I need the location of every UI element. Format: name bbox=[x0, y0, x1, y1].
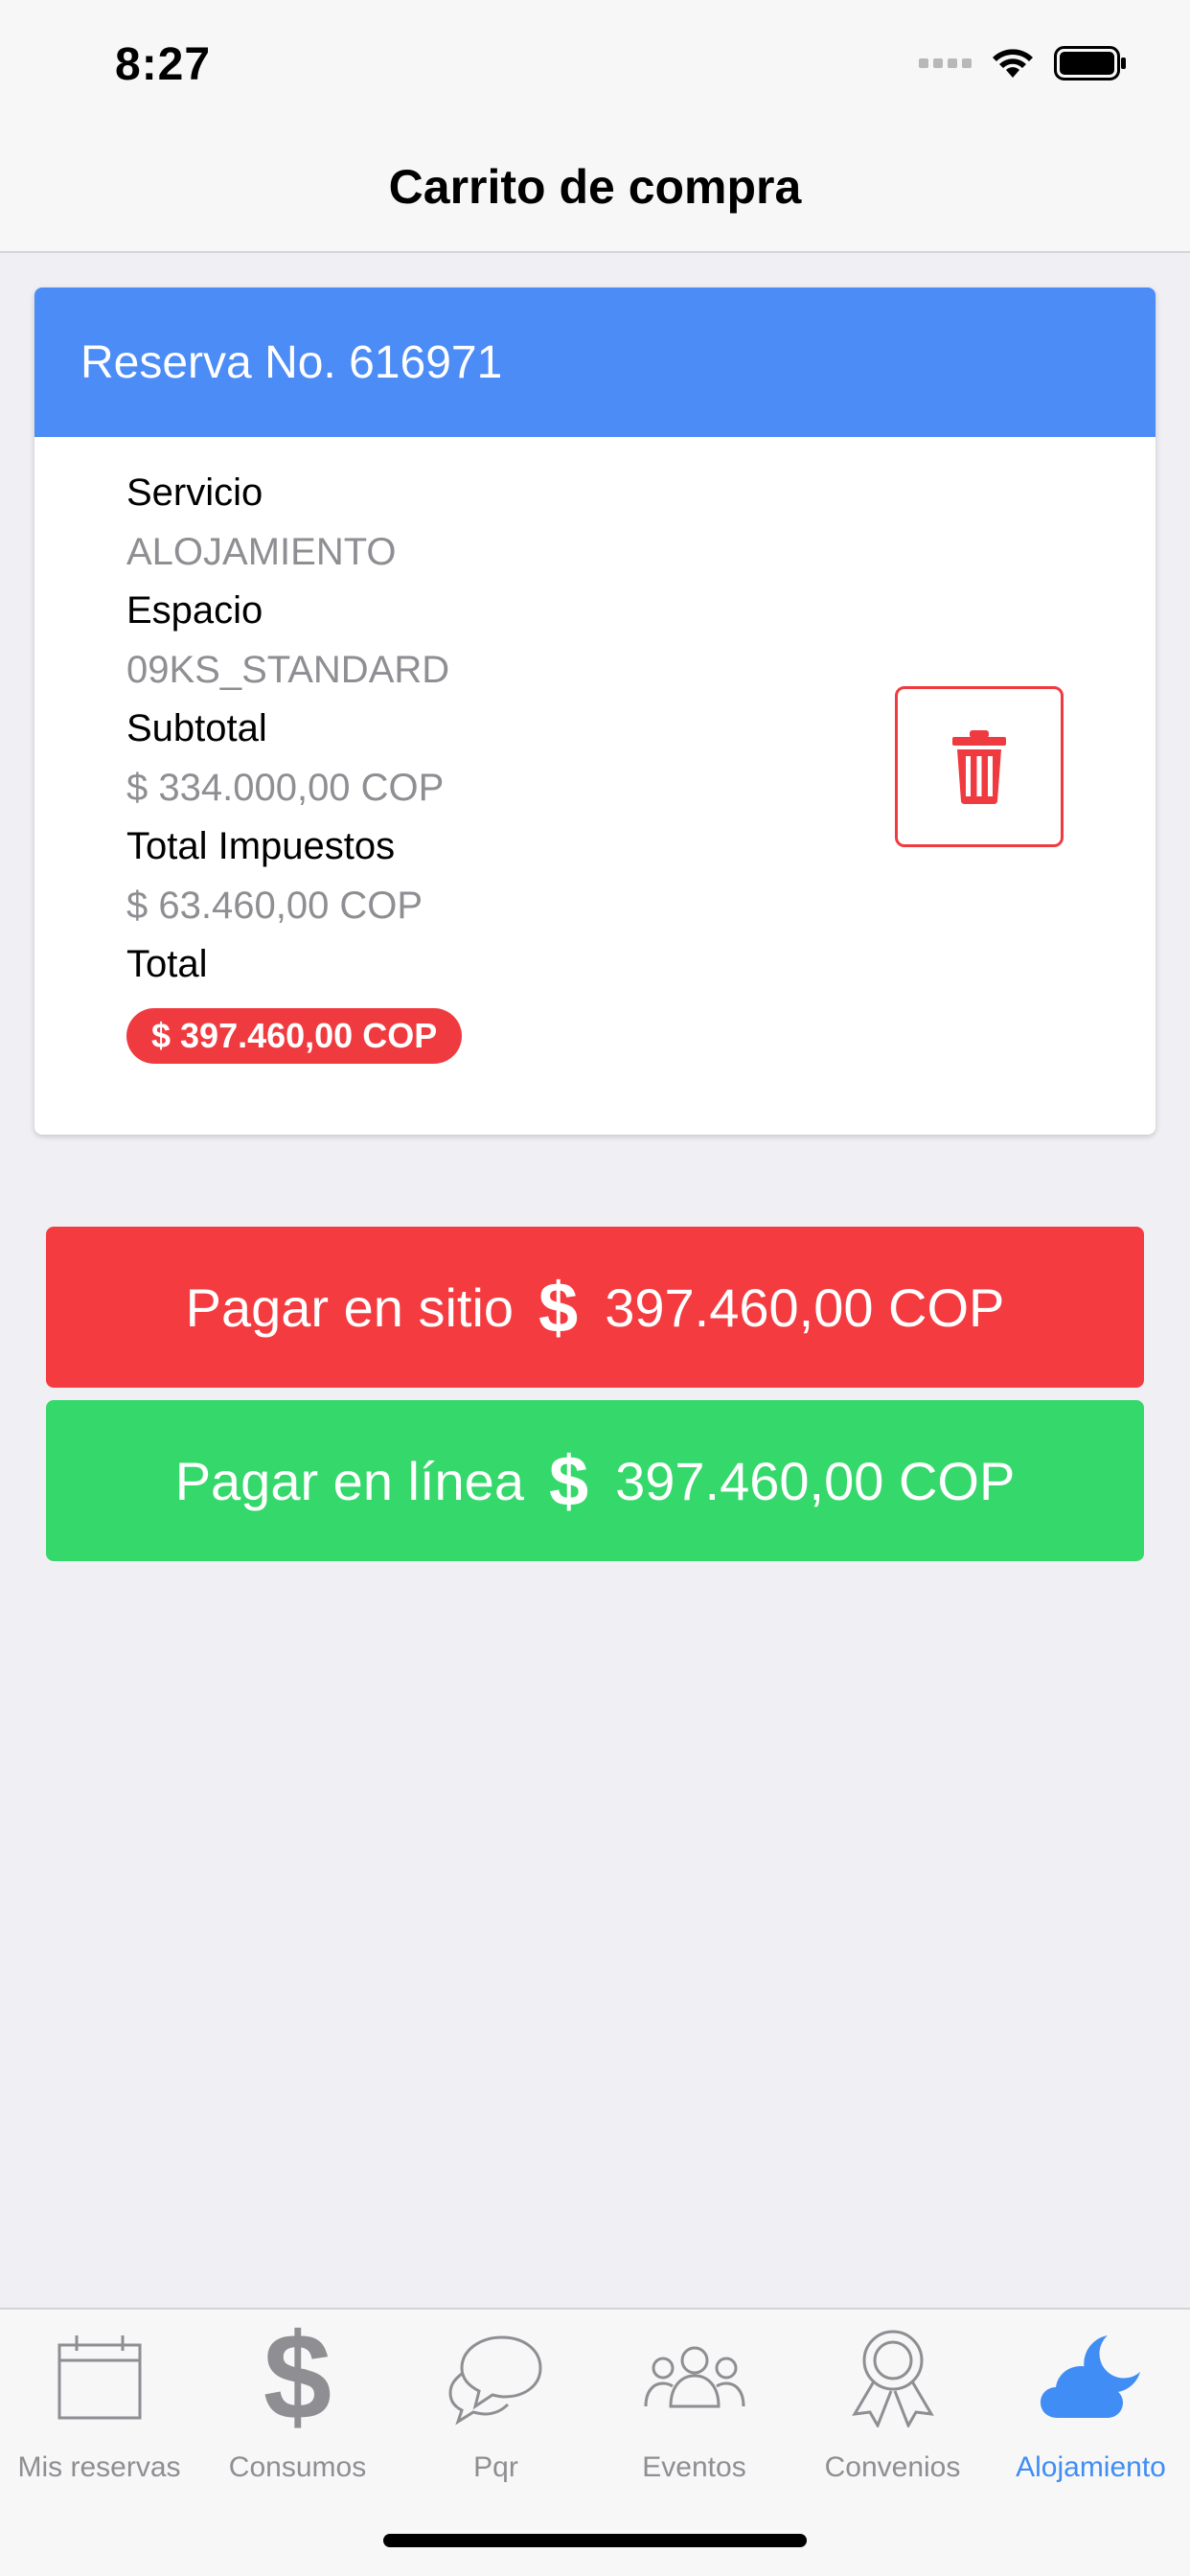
service-value: ALOJAMIENTO bbox=[126, 531, 397, 573]
tab-label: Eventos bbox=[642, 2451, 746, 2483]
service-label: Servicio bbox=[126, 472, 263, 514]
tab-pqr[interactable]: Pqr bbox=[397, 2325, 595, 2488]
pay-on-site-button[interactable]: Pagar en sitio $ 397.460,00 COP bbox=[46, 1227, 1144, 1388]
chat-bubbles-icon bbox=[447, 2335, 542, 2426]
home-indicator[interactable] bbox=[383, 2534, 807, 2547]
page-title: Carrito de compra bbox=[388, 160, 802, 214]
tab-label: Consumos bbox=[228, 2451, 367, 2483]
reservation-card: Reserva No. 616971 Servicio ALOJAMIENTO … bbox=[34, 288, 1156, 1135]
award-ribbon-icon bbox=[851, 2330, 934, 2427]
reservation-header: Reserva No. 616971 bbox=[34, 288, 1156, 437]
pay-online-amount: 397.460,00 COP bbox=[615, 1450, 1016, 1511]
wifi-icon bbox=[993, 49, 1033, 78]
battery-icon bbox=[1054, 46, 1126, 80]
taxes-label: Total Impuestos bbox=[126, 825, 396, 867]
tab-label: Pqr bbox=[473, 2451, 518, 2483]
cloud-moon-icon bbox=[1040, 2335, 1140, 2418]
tab-eventos[interactable]: Eventos bbox=[595, 2325, 793, 2488]
calendar-icon bbox=[57, 2335, 141, 2420]
dollar-icon: $ bbox=[263, 2309, 332, 2446]
tab-convenios[interactable]: Convenios bbox=[793, 2325, 992, 2488]
tab-alojamiento[interactable]: Alojamiento bbox=[992, 2325, 1190, 2488]
tab-label: Mis reservas bbox=[17, 2451, 181, 2483]
tab-consumos[interactable]: $ Consumos bbox=[198, 2316, 397, 2488]
space-value: 09KS_STANDARD bbox=[126, 649, 450, 691]
status-time: 8:27 bbox=[115, 39, 212, 90]
people-group-icon bbox=[644, 2346, 744, 2408]
taxes-value: $ 63.460,00 COP bbox=[126, 885, 423, 927]
tab-label: Convenios bbox=[824, 2451, 961, 2483]
top-bar: 8:27 Carrito de compra bbox=[0, 0, 1190, 253]
dollar-icon: $ bbox=[548, 1440, 589, 1521]
subtotal-label: Subtotal bbox=[126, 707, 267, 749]
pay-on-site-amount: 397.460,00 COP bbox=[605, 1276, 1005, 1338]
subtotal-value: $ 334.000,00 COP bbox=[126, 767, 445, 809]
delete-reservation-button[interactable] bbox=[895, 686, 1064, 847]
tab-label: Alojamiento bbox=[1016, 2451, 1166, 2483]
pay-on-site-label: Pagar en sitio bbox=[185, 1276, 515, 1338]
signal-icon bbox=[919, 58, 972, 68]
status-icons bbox=[919, 44, 1127, 82]
pay-online-label: Pagar en línea bbox=[174, 1450, 524, 1511]
pay-online-button[interactable]: Pagar en línea $ 397.460,00 COP bbox=[46, 1400, 1144, 1561]
dollar-icon: $ bbox=[538, 1267, 579, 1347]
total-badge: $ 397.460,00 COP bbox=[126, 1008, 463, 1064]
space-label: Espacio bbox=[126, 589, 263, 632]
total-label: Total bbox=[126, 943, 208, 985]
tab-mis-reservas[interactable]: Mis reservas bbox=[0, 2325, 198, 2488]
trash-icon bbox=[952, 730, 1006, 804]
